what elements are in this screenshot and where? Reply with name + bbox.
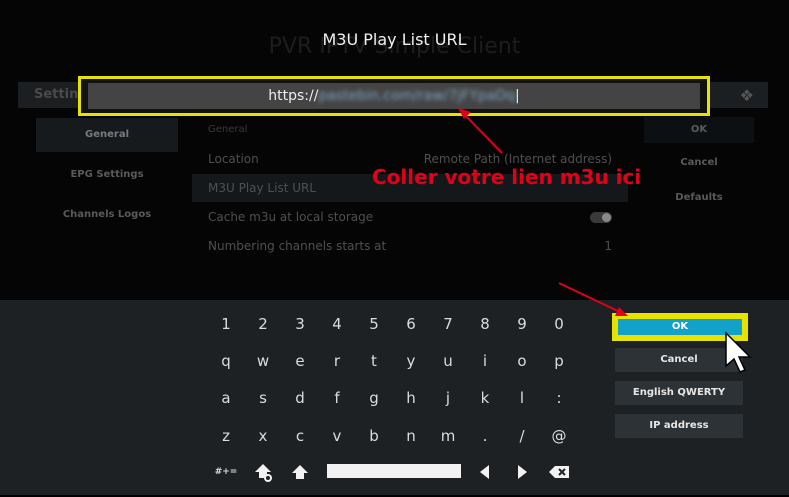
sidebar-item-channels-logos[interactable]: Channels Logos [36, 198, 178, 232]
key[interactable]: u [433, 346, 463, 376]
key[interactable]: m [433, 421, 463, 451]
url-blurred-text: pastebin.com/raw/7jFYpaDq [318, 88, 516, 104]
cursor-left-icon[interactable] [470, 457, 500, 487]
space-bar[interactable] [327, 464, 461, 478]
cancel-button[interactable]: Cancel [615, 348, 743, 372]
symbols-key[interactable]: #+= [211, 457, 241, 487]
key[interactable]: 3 [285, 309, 315, 339]
setting-row-numbering[interactable]: Numbering channels starts at 1 [192, 232, 628, 260]
annotation-text: Coller votre lien m3u ici [372, 165, 642, 189]
key[interactable]: f [322, 383, 352, 413]
key[interactable]: w [248, 346, 278, 376]
key[interactable]: 2 [248, 309, 278, 339]
key[interactable]: k [470, 383, 500, 413]
url-prefix: https:// [268, 88, 319, 104]
key[interactable]: l [507, 383, 537, 413]
key[interactable]: g [359, 383, 389, 413]
setting-value: 1 [604, 239, 612, 253]
ok-button[interactable]: OK [618, 319, 742, 335]
key[interactable]: e [285, 346, 315, 376]
caps-lock-icon[interactable] [248, 457, 278, 487]
key[interactable]: h [396, 383, 426, 413]
key[interactable]: 0 [544, 309, 574, 339]
key[interactable]: i [470, 346, 500, 376]
dialog-title: M3U Play List URL [322, 30, 467, 49]
key[interactable]: 9 [507, 309, 537, 339]
key[interactable]: t [359, 346, 389, 376]
setting-label: Numbering channels starts at [208, 239, 387, 253]
key[interactable]: r [322, 346, 352, 376]
key[interactable]: @ [544, 421, 574, 451]
ok-button-highlight: OK [612, 313, 748, 341]
key[interactable]: a [211, 383, 241, 413]
key[interactable]: y [396, 346, 426, 376]
key[interactable]: d [285, 383, 315, 413]
key[interactable]: 6 [396, 309, 426, 339]
kodi-logo-icon: ❖ [739, 86, 754, 105]
settings-ok-button[interactable]: OK [644, 117, 754, 143]
keyboard-layout-button[interactable]: English QWERTY [615, 381, 743, 405]
cursor-right-icon[interactable] [507, 457, 537, 487]
key[interactable]: o [507, 346, 537, 376]
cache-toggle[interactable] [590, 212, 612, 223]
key[interactable]: z [211, 421, 241, 451]
key[interactable]: q [211, 346, 241, 376]
key[interactable]: c [285, 421, 315, 451]
settings-defaults-button[interactable]: Defaults [644, 185, 754, 211]
shift-icon[interactable] [285, 457, 315, 487]
sidebar-item-general[interactable]: General [36, 118, 178, 152]
key[interactable]: 1 [211, 309, 241, 339]
ip-address-button[interactable]: IP address [615, 414, 743, 438]
text-cursor: | [515, 88, 520, 104]
key[interactable]: 5 [359, 309, 389, 339]
settings-cancel-button[interactable]: Cancel [644, 150, 754, 176]
key[interactable]: v [322, 421, 352, 451]
setting-label: Cache m3u at local storage [208, 210, 374, 224]
key[interactable]: : [544, 383, 574, 413]
key[interactable]: n [396, 421, 426, 451]
key[interactable]: s [248, 383, 278, 413]
url-input-highlight: https://pastebin.com/raw/7jFYpaDq| [78, 76, 710, 116]
setting-row-cache[interactable]: Cache m3u at local storage [192, 203, 628, 231]
key[interactable]: p [544, 346, 574, 376]
key[interactable]: x [248, 421, 278, 451]
setting-label: Location [208, 152, 259, 166]
key[interactable]: / [507, 421, 537, 451]
key[interactable]: 7 [433, 309, 463, 339]
backspace-icon[interactable] [544, 457, 574, 487]
key[interactable]: 4 [322, 309, 352, 339]
sidebar-item-epg-settings[interactable]: EPG Settings [36, 158, 178, 192]
url-input[interactable]: https://pastebin.com/raw/7jFYpaDq| [88, 83, 700, 109]
key[interactable]: . [470, 421, 500, 451]
key[interactable]: j [433, 383, 463, 413]
key[interactable]: 8 [470, 309, 500, 339]
key[interactable]: b [359, 421, 389, 451]
settings-group-label: General [208, 124, 248, 135]
setting-label: M3U Play List URL [208, 181, 317, 195]
